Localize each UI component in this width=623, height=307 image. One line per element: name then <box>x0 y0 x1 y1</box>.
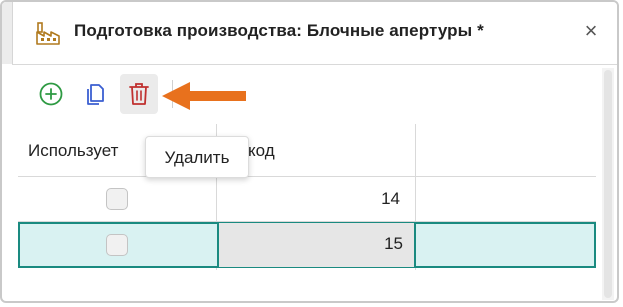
uses-checkbox[interactable] <box>106 188 128 210</box>
table-row[interactable]: 14 <box>18 177 596 221</box>
code-cell-value: 15 <box>384 234 403 253</box>
delete-button[interactable] <box>120 74 158 114</box>
document-window: Подготовка производства: Блочные апертур… <box>0 0 619 303</box>
add-button[interactable] <box>32 74 70 114</box>
scrollbar-thumb[interactable] <box>604 70 612 298</box>
toolbar <box>20 68 600 124</box>
data-grid: Использует Код 14 15 <box>18 124 596 270</box>
table-row-selected[interactable]: 15 <box>18 222 596 268</box>
pointer-arrow-icon <box>162 82 246 110</box>
column-header-code-label: Код <box>248 141 275 160</box>
column-header-code[interactable]: Код <box>248 141 298 161</box>
copy-button[interactable] <box>76 74 114 114</box>
factory-icon <box>36 22 60 45</box>
copy-icon <box>87 84 104 105</box>
close-icon[interactable]: × <box>578 16 604 46</box>
column-header-uses[interactable]: Использует <box>28 141 118 161</box>
tab-divider <box>12 64 617 65</box>
trash-icon <box>129 83 149 105</box>
tab-strip-edge <box>2 2 13 64</box>
delete-tooltip: Удалить <box>145 136 249 178</box>
code-cell[interactable]: 14 <box>318 189 400 209</box>
code-cell-active[interactable]: 15 <box>217 223 416 267</box>
plus-circle-icon <box>39 82 63 106</box>
uses-checkbox[interactable] <box>106 234 128 256</box>
tab-title[interactable]: Подготовка производства: Блочные апертур… <box>74 21 484 41</box>
tab-bar: Подготовка производства: Блочные апертур… <box>2 2 617 64</box>
